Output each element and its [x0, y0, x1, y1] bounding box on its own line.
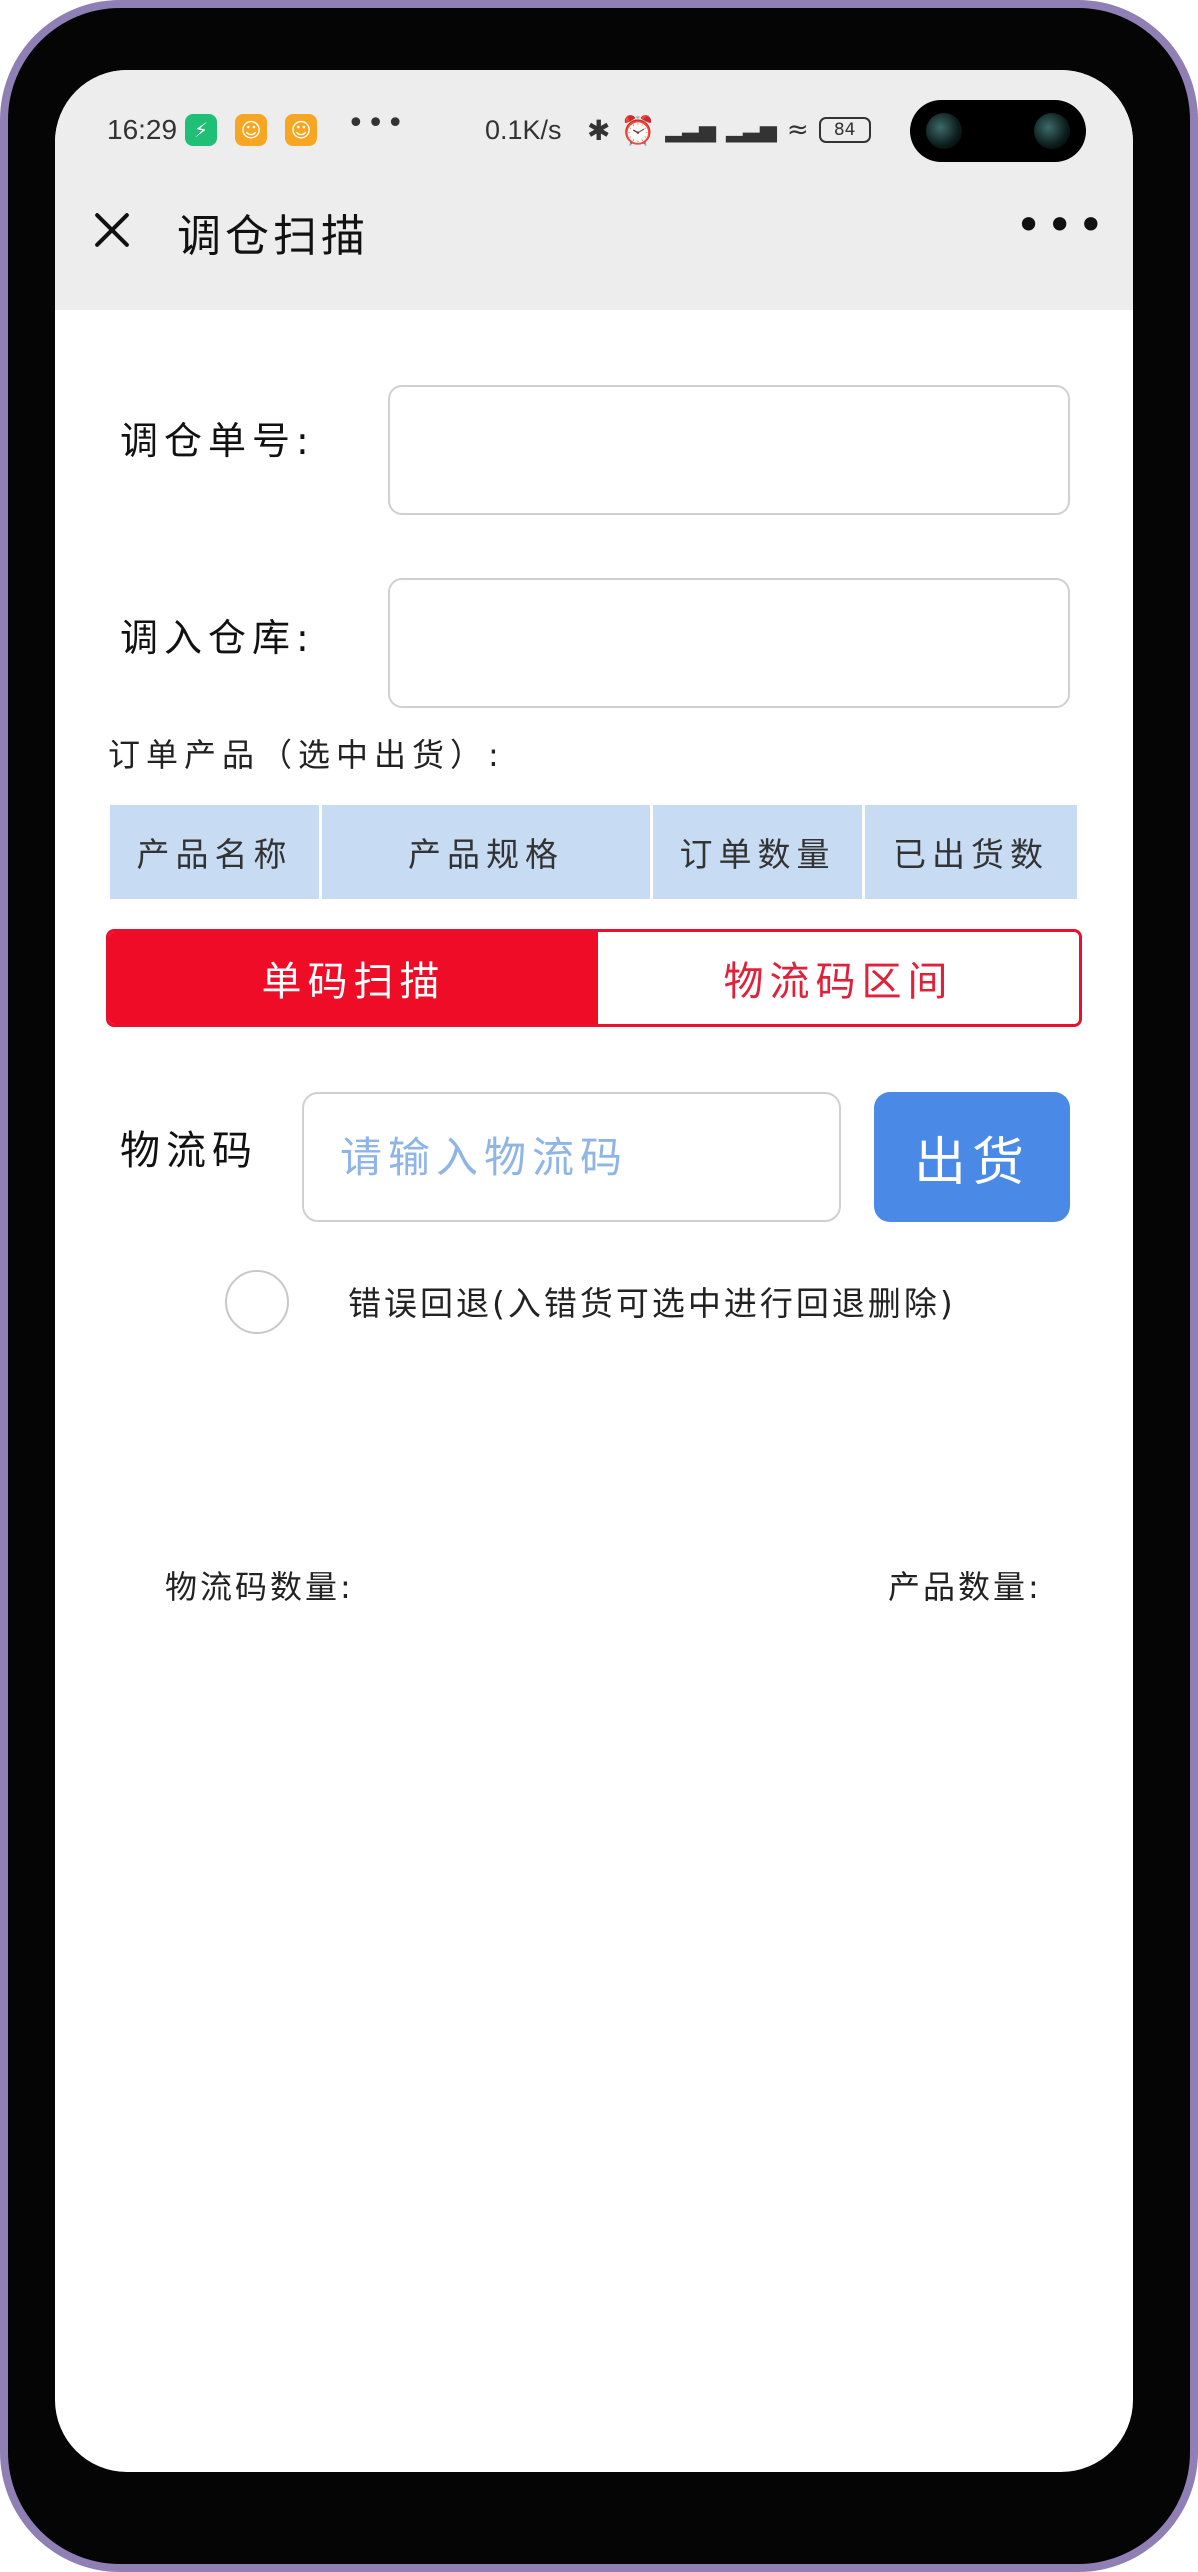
- page-title: 调仓扫描: [177, 211, 369, 262]
- network-speed: 0.1K/s: [485, 115, 562, 145]
- logistics-code-input[interactable]: [302, 1092, 841, 1222]
- camera-lens: [926, 113, 962, 149]
- ship-button[interactable]: 出货: [874, 1092, 1070, 1222]
- order-no-input[interactable]: [388, 385, 1070, 515]
- logistics-code-label: 物流码: [120, 1128, 258, 1174]
- cat-app-icon: ☺: [285, 114, 317, 146]
- column-header-product-spec: 产品规格: [322, 805, 650, 899]
- front-camera: [910, 100, 1086, 162]
- column-header-order-qty: 订单数量: [653, 805, 862, 899]
- warehouse-input[interactable]: [388, 578, 1070, 708]
- status-bar: 16:29 ⚡ ☺ ☺ ••• 0.1K/s ✱ ⏰ ▂▃▅ ▂▃▅ ≈ 84: [55, 70, 1133, 170]
- column-header-shipped-qty: 已出货数: [865, 805, 1077, 899]
- order-products-label: 订单产品（选中出货）:: [108, 736, 505, 774]
- alarm-icon: ⏰: [620, 113, 656, 147]
- hd-signal-icon: ▂▃▅: [665, 117, 717, 143]
- top-bar: 16:29 ⚡ ☺ ☺ ••• 0.1K/s ✱ ⏰ ▂▃▅ ▂▃▅ ≈ 84: [55, 70, 1133, 310]
- products-table-header: 产品名称 产品规格 订单数量 已出货数: [110, 805, 1077, 899]
- wifi-icon: ≈: [786, 115, 809, 145]
- more-menu-button[interactable]: •••: [1015, 198, 1108, 252]
- rollback-radio[interactable]: [225, 1270, 289, 1334]
- more-dots-icon: •••: [347, 106, 407, 141]
- logistics-count-label: 物流码数量:: [165, 1568, 354, 1606]
- column-header-product-name: 产品名称: [110, 805, 319, 899]
- camera-lens: [1034, 113, 1070, 149]
- scan-mode-toggle: 单码扫描 物流码区间: [106, 929, 1082, 1027]
- phone-side-button: [1192, 495, 1198, 645]
- bluetooth-icon: ✱: [587, 113, 611, 147]
- system-icons: ✱ ⏰ ▂▃▅ ▂▃▅ ≈ 84: [587, 110, 871, 150]
- shield-app-icon: ⚡: [185, 114, 217, 146]
- screen: 16:29 ⚡ ☺ ☺ ••• 0.1K/s ✱ ⏰ ▂▃▅ ▂▃▅ ≈ 84: [55, 70, 1133, 2472]
- phone-frame: 16:29 ⚡ ☺ ☺ ••• 0.1K/s ✱ ⏰ ▂▃▅ ▂▃▅ ≈ 84: [0, 0, 1198, 2572]
- signal-icon: ▂▃▅: [726, 117, 777, 143]
- product-count-label: 产品数量:: [888, 1568, 1042, 1606]
- warehouse-label: 调入仓库:: [120, 616, 315, 660]
- order-no-label: 调仓单号:: [120, 419, 315, 463]
- close-icon[interactable]: [87, 205, 137, 255]
- status-time: 16:29: [107, 114, 178, 145]
- tab-single-code-scan[interactable]: 单码扫描: [109, 932, 598, 1024]
- cat-app-icon: ☺: [235, 114, 267, 146]
- battery-icon: 84: [818, 117, 871, 143]
- rollback-label: 错误回退(入错货可选中进行回退删除): [348, 1284, 956, 1323]
- tab-logistics-code-range[interactable]: 物流码区间: [598, 932, 1079, 1024]
